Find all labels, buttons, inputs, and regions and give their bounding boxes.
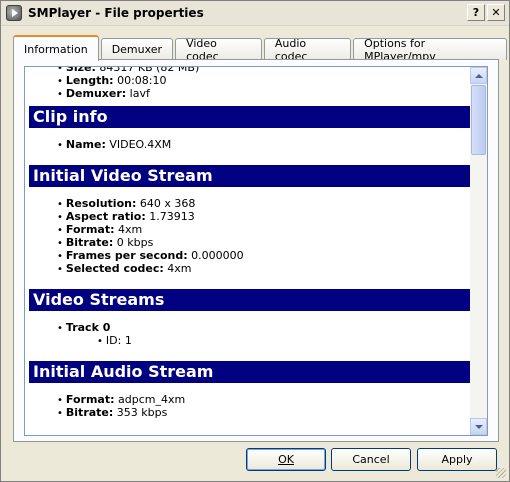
window-title: SMPlayer - File properties <box>28 6 204 20</box>
list-item: Name: VIDEO.4XM <box>57 138 471 151</box>
close-button[interactable]: ✕ <box>487 4 505 21</box>
list-item: ID: 1 <box>97 334 471 347</box>
tab-video-codec[interactable]: Video codec <box>175 37 262 63</box>
close-icon: ✕ <box>491 6 501 19</box>
list-item: Resolution: 640 x 368 <box>57 197 471 210</box>
list-item: Selected codec: 4xm <box>57 262 471 275</box>
file-props-list: Size: 84317 KB (82 MB) Length: 00:08:10 … <box>57 67 471 100</box>
section-heading-video: Initial Video Stream <box>29 165 472 187</box>
arrow-down-icon <box>474 424 483 429</box>
list-item: Bitrate: 0 kbps <box>57 236 471 249</box>
list-item: Format: adpcm_4xm <box>57 393 471 406</box>
streams-list: Track 0 <box>57 321 471 334</box>
list-item: Length: 00:08:10 <box>57 74 471 87</box>
apply-button[interactable]: Apply <box>417 448 497 471</box>
list-item: Bitrate: 353 kbps <box>57 406 471 419</box>
scroll-down-button[interactable] <box>470 418 487 435</box>
help-icon: ? <box>472 6 480 19</box>
video-props-list: Resolution: 640 x 368 Aspect ratio: 1.73… <box>57 197 471 275</box>
tab-information[interactable]: Information <box>13 35 99 61</box>
tab-bar: Information Demuxer Video codec Audio co… <box>13 35 509 63</box>
clip-props-list: Name: VIDEO.4XM <box>57 138 471 151</box>
scroll-up-button[interactable] <box>470 67 487 84</box>
list-item: Demuxer: lavf <box>57 87 471 100</box>
properties-window: SMPlayer - File properties ? ✕ Informati… <box>0 0 510 482</box>
section-heading-clip: Clip info <box>29 106 472 128</box>
tab-audio-codec[interactable]: Audio codec <box>263 37 352 63</box>
list-item: Size: 84317 KB (82 MB) <box>57 67 471 74</box>
list-item: Track 0 <box>57 321 471 334</box>
list-item: Aspect ratio: 1.73913 <box>57 210 471 223</box>
resize-grip-icon[interactable] <box>496 468 506 478</box>
section-heading-streams: Video Streams <box>29 289 472 311</box>
scroll-thumb[interactable] <box>471 85 486 155</box>
audio-props-list: Format: adpcm_4xm Bitrate: 353 kbps <box>57 393 471 419</box>
tab-demuxer[interactable]: Demuxer <box>100 38 174 60</box>
info-view[interactable]: Size: 84317 KB (82 MB) Length: 00:08:10 … <box>24 66 488 436</box>
ok-button[interactable]: OK <box>246 448 326 471</box>
title-bar[interactable]: SMPlayer - File properties ? ✕ <box>1 1 509 26</box>
vertical-scrollbar[interactable] <box>470 67 487 435</box>
section-heading-audio: Initial Audio Stream <box>29 361 472 383</box>
smplayer-icon <box>6 5 22 21</box>
track-sub-list: ID: 1 <box>97 334 471 347</box>
list-item: Format: 4xm <box>57 223 471 236</box>
help-button[interactable]: ? <box>467 4 485 21</box>
tab-options[interactable]: Options for MPlayer/mpv <box>353 37 507 63</box>
information-panel: Size: 84317 KB (82 MB) Length: 00:08:10 … <box>13 59 499 442</box>
arrow-up-icon <box>474 73 483 78</box>
list-item: Frames per second: 0.000000 <box>57 249 471 262</box>
cancel-button[interactable]: Cancel <box>331 448 411 471</box>
